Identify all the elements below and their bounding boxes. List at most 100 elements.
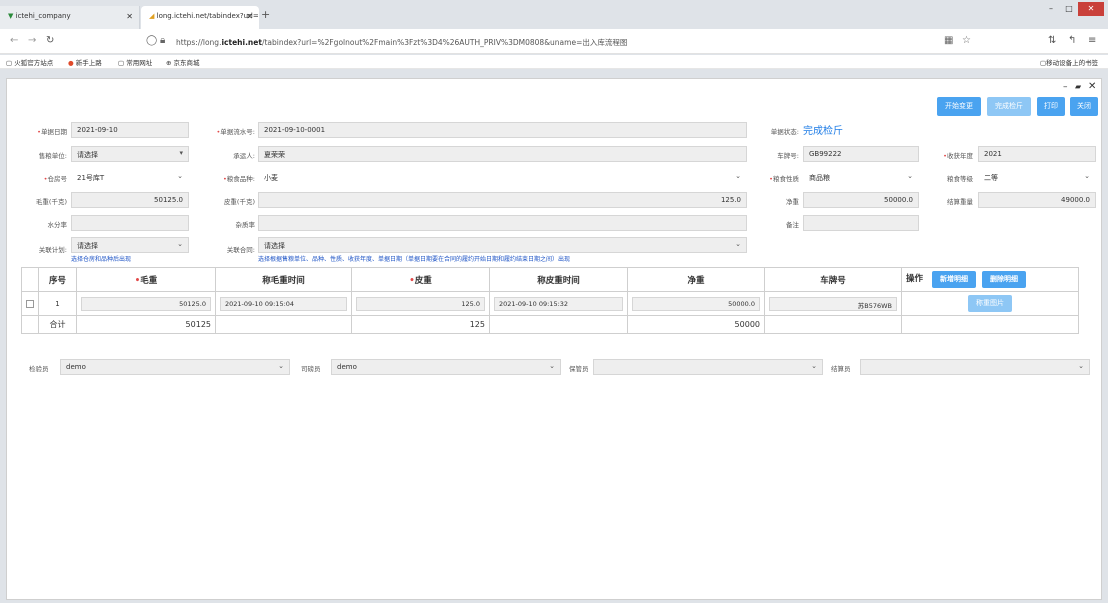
- weigher-select[interactable]: demo ⌄: [331, 359, 561, 375]
- delete-detail-button[interactable]: 删除明细: [981, 271, 1026, 288]
- bookmark-star-icon[interactable]: ☆: [962, 35, 971, 46]
- settle-label: 结算重量: [947, 198, 973, 206]
- extensions-icon[interactable]: ⇅: [1048, 35, 1056, 46]
- remark-label: 备注: [786, 221, 799, 229]
- minimize-panel-icon[interactable]: –: [1063, 82, 1068, 92]
- close-button[interactable]: 关闭: [1070, 97, 1098, 116]
- row-operations-cell: 称重图片: [901, 291, 1079, 316]
- forward-icon[interactable]: →: [28, 35, 36, 46]
- bookmark-getting-started[interactable]: ● 新手上路: [68, 57, 102, 67]
- weigher-value: demo: [337, 363, 357, 371]
- total-label: 合计: [38, 315, 77, 334]
- finish-check-button[interactable]: 完成检斤: [987, 97, 1031, 116]
- grain-grade-select[interactable]: 二等 ⌄: [978, 169, 1096, 185]
- row-gross[interactable]: 50125.0: [81, 296, 211, 311]
- total-empty-cell: [901, 315, 1079, 334]
- maximize-window-icon[interactable]: □: [1060, 2, 1078, 16]
- impurity-field[interactable]: [258, 215, 747, 231]
- url-domain: ictehi.net: [221, 38, 262, 47]
- tab-tabindex[interactable]: ◢ long.ictehi.net/tabindex?url= ✕: [141, 6, 259, 29]
- back-icon[interactable]: ←: [10, 35, 18, 46]
- chevron-down-icon: ⌄: [811, 362, 817, 370]
- net-field[interactable]: 50000.0: [803, 192, 919, 208]
- browser-tab-bar: ▼ ictehi_company ✕ ◢ long.ictehi.net/tab…: [0, 0, 1108, 29]
- plate-field[interactable]: GB99222: [803, 146, 919, 162]
- bookmark-jd[interactable]: ⊕ 京东商城: [166, 57, 200, 67]
- chevron-down-icon: ⌄: [1084, 172, 1090, 180]
- new-tab-icon[interactable]: +: [261, 8, 270, 21]
- header-gross-time: 称毛重时间: [215, 267, 352, 292]
- restore-panel-icon[interactable]: ▰: [1075, 82, 1081, 91]
- doc-date-field[interactable]: 2021-09-10: [71, 122, 189, 138]
- tab-label: long.ictehi.net/tabindex?url=: [156, 12, 259, 20]
- main-page: – ▰ ✕ 开始变更 完成检斤 打印 关闭 •单据日期 2021-09-10 •…: [6, 78, 1102, 600]
- contract-select[interactable]: 请选择 ⌄: [258, 237, 747, 253]
- moisture-field[interactable]: [71, 215, 189, 231]
- grain-type-select[interactable]: 小麦 ⌄: [258, 169, 747, 185]
- settler-select[interactable]: ⌄: [860, 359, 1090, 375]
- shield-icon[interactable]: ◯: [146, 35, 157, 46]
- warehouse-select[interactable]: 21号库T ⌄: [71, 169, 189, 185]
- total-empty-cell: [215, 315, 352, 334]
- bookmark-firefox[interactable]: ▢ 火狐官方站点: [6, 57, 53, 67]
- plan-label: 关联计划:: [38, 246, 67, 254]
- grain-nature-select[interactable]: 商品粮 ⌄: [803, 169, 919, 185]
- reload-icon[interactable]: ↻: [46, 35, 54, 46]
- close-window-icon[interactable]: ✕: [1078, 2, 1104, 16]
- tare-field[interactable]: 125.0: [258, 192, 747, 208]
- row-gross-time[interactable]: 2021-09-10 09:15:04: [220, 296, 347, 311]
- doc-status-value: 完成检斤: [803, 126, 843, 137]
- total-tare: 125: [351, 315, 490, 334]
- settle-field[interactable]: 49000.0: [978, 192, 1096, 208]
- weigher-label: 司磅员: [301, 365, 321, 373]
- tab-ictehi-company[interactable]: ▼ ictehi_company ✕: [0, 6, 140, 29]
- inspector-select[interactable]: demo ⌄: [60, 359, 290, 375]
- sale-unit-value: 请选择: [77, 151, 98, 159]
- doc-date-label: •单据日期: [37, 128, 67, 136]
- harvest-year-field[interactable]: 2021: [978, 146, 1096, 162]
- qr-code-icon[interactable]: ▦: [944, 35, 953, 46]
- impurity-label: 杂质率: [235, 221, 256, 229]
- lock-icon[interactable]: 🔒︎: [160, 35, 165, 46]
- row-tare-time[interactable]: 2021-09-10 09:15:32: [494, 296, 623, 311]
- doc-no-field[interactable]: 2021-09-10-0001: [258, 122, 747, 138]
- total-gross: 50125: [76, 315, 216, 334]
- add-detail-button[interactable]: 新增明细: [931, 271, 976, 288]
- total-empty-cell: [21, 315, 39, 334]
- row-checkbox[interactable]: [26, 299, 34, 308]
- bookmark-common[interactable]: ▢ 常用网址: [118, 57, 152, 67]
- header-plate: 车牌号: [764, 267, 902, 292]
- table-total-row: 合计 50125 125 50000: [21, 315, 1079, 334]
- firefox-icon: ●: [68, 59, 74, 67]
- url-bar[interactable]: https://long.ictehi.net/tabindex?url=%2F…: [170, 33, 850, 51]
- bookmark-label: 常用网址: [126, 59, 153, 67]
- gross-field[interactable]: 50125.0: [71, 192, 189, 208]
- doc-status-label: 单据状态:: [770, 128, 799, 136]
- table-header-row: 序号 •毛重 称毛重时间 •皮重 称皮重时间 净重 车牌号 操作 新增明细 删除…: [21, 267, 1079, 292]
- navigation-bar: ← → ↻ ◯ 🔒︎ https://long.ictehi.net/tabin…: [0, 29, 1108, 54]
- grain-nature-value: 商品粮: [809, 174, 830, 182]
- row-gross-time-cell: 2021-09-10 09:15:04: [215, 291, 352, 316]
- mobile-bookmarks[interactable]: ▢移动设备上的书签: [1040, 57, 1098, 67]
- start-change-button[interactable]: 开始变更: [937, 97, 981, 116]
- contract-label: 关联合同:: [226, 246, 255, 254]
- row-tare[interactable]: 125.0: [356, 296, 485, 311]
- row-net[interactable]: 50000.0: [632, 296, 760, 311]
- print-button[interactable]: 打印: [1037, 97, 1065, 116]
- harvest-year-label: •收获年度: [943, 152, 973, 160]
- close-panel-icon[interactable]: ✕: [1088, 81, 1096, 92]
- weigh-image-button[interactable]: 称重图片: [968, 295, 1012, 312]
- keeper-select[interactable]: ⌄: [593, 359, 823, 375]
- plan-select[interactable]: 请选择 ⌄: [71, 237, 189, 253]
- close-tab-icon[interactable]: ✕: [126, 12, 133, 21]
- back-arrow-icon[interactable]: ↰: [1068, 35, 1076, 46]
- inspector-value: demo: [66, 363, 86, 371]
- close-tab-icon[interactable]: ✕: [246, 12, 253, 21]
- carrier-field[interactable]: 夏荣荣: [258, 146, 747, 162]
- row-plate[interactable]: 苏B576WB: [769, 296, 897, 311]
- sale-unit-select[interactable]: 请选择 ▾: [71, 146, 189, 162]
- minimize-window-icon[interactable]: –: [1042, 2, 1060, 16]
- menu-icon[interactable]: ≡: [1088, 35, 1096, 46]
- header-net: 净重: [627, 267, 765, 292]
- remark-field[interactable]: [803, 215, 919, 231]
